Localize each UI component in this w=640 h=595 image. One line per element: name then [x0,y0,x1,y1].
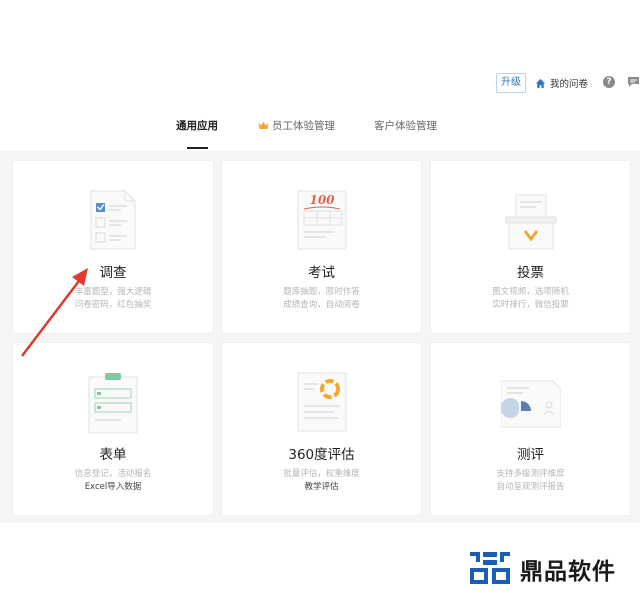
card-title: 360度评估 [288,447,355,463]
tab-customer-experience[interactable]: 客户体验管理 [374,118,437,134]
form-card[interactable]: 表单 信息登记，活动报名 Excel导入数据 [13,343,213,515]
card-description: 批量评估，权重维度 教学评估 [222,468,421,494]
card-title: 调查 [99,265,127,281]
card-description: 支持多级测评维度 自动呈现测评报告 [431,468,630,494]
card-title: 表单 [99,447,127,463]
my-surveys-label: 我的问卷 [550,79,589,90]
exam-card[interactable]: 100 考试 题库抽题，限时作答 成绩查询，自动阅卷 [222,161,421,333]
card-desc-line: 问卷密码，红包抽奖 [74,300,152,310]
exam-score-text: 100 [309,193,335,207]
card-desc-line: 题库抽题，限时作答 [283,287,360,297]
help-icon[interactable]: ? [603,76,615,88]
card-description: 题库抽题，限时作答 成绩查询，自动阅卷 [222,286,421,312]
active-tab-indicator [187,147,208,149]
tab-label: 员工体验管理 [272,120,335,132]
card-desc-line: 信息登记，活动报名 [74,469,152,479]
assessment-card[interactable]: 测评 支持多级测评维度 自动呈现测评报告 [431,343,630,515]
crown-icon [258,121,269,129]
clipboard-form-icon [88,373,138,434]
card-desc-line: 教学评估 [304,482,339,492]
card-description: 丰富题型，强大逻辑 问卷密码，红包抽奖 [13,286,213,312]
card-title: 投票 [517,265,544,281]
card-title: 测评 [517,447,544,463]
watermark-logo-icon [470,552,510,584]
evaluation-report-icon [297,372,346,432]
vote-card[interactable]: 投票 图文视频，选项随机 实时排行，微信投票 [431,161,630,333]
card-desc-line: Excel导入数据 [84,482,142,492]
evaluation-360-card[interactable]: 360度评估 批量评估，权重维度 教学评估 [222,343,421,515]
app-tabs: 通用应用 员工体验管理 客户体验管理 [0,101,640,151]
my-surveys-link[interactable]: 我的问卷 [535,74,588,92]
card-desc-line: 支持多级测评维度 [496,469,565,479]
top-bar: 升级 我的问卷 ? [0,0,640,102]
message-icon[interactable] [627,76,640,88]
upgrade-button[interactable]: 升级 [496,73,526,93]
home-icon [535,78,546,88]
watermark-text: 鼎品软件 [520,559,616,585]
card-desc-line: 批量评估，权重维度 [283,469,360,479]
app-grid: 调查 丰富题型，强大逻辑 问卷密码，红包抽奖 100 考试 题库抽题，限时作答 … [0,151,640,523]
card-desc-line: 丰富题型，强大逻辑 [74,287,152,297]
card-title: 考试 [308,265,335,281]
card-desc-line: 自动呈现测评报告 [496,482,565,492]
card-description: 信息登记，活动报名 Excel导入数据 [13,468,213,494]
card-desc-line: 图文视频，选项随机 [492,287,569,297]
assessment-report-icon [500,380,561,428]
card-desc-line: 实时排行，微信投票 [492,300,569,310]
tab-general-apps[interactable]: 通用应用 [176,118,218,134]
tab-label: 通用应用 [176,120,218,132]
survey-card[interactable]: 调查 丰富题型，强大逻辑 问卷密码，红包抽奖 [13,161,213,333]
tab-employee-experience[interactable]: 员工体验管理 [258,118,335,134]
tab-label: 客户体验管理 [374,120,437,132]
card-description: 图文视频，选项随机 实时排行，微信投票 [431,286,630,312]
ballot-box-icon [505,194,556,250]
exam-icon: 100 [297,190,346,250]
survey-icon [90,190,136,250]
card-desc-line: 成绩查询，自动阅卷 [283,300,360,310]
